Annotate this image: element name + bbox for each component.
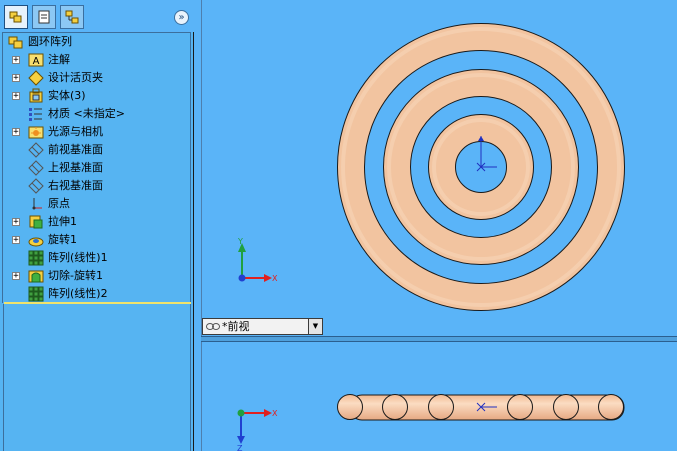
tree-item-label: 拉伸1: [48, 215, 77, 228]
front-view-canvas[interactable]: Y X: [202, 0, 677, 336]
tree-item-front-plane[interactable]: 前视基准面: [3, 141, 189, 159]
expand-toggle[interactable]: +: [12, 218, 20, 227]
design-binder-icon: [28, 70, 44, 86]
manager-tab-bar: »: [0, 0, 194, 32]
cut-revolve-icon: [28, 268, 44, 284]
tree-item-label: 原点: [48, 197, 70, 210]
linear-pattern-icon: [28, 250, 44, 266]
tree-item-revolve1[interactable]: + 旋转1: [3, 231, 189, 249]
origin-icon: [28, 196, 44, 212]
tree-item-linear-pattern2[interactable]: 阵列(线性)2: [3, 285, 189, 303]
plane-icon: [28, 142, 44, 158]
tree-item-label: 上视基准面: [48, 161, 103, 174]
tree-item-label: 切除-旋转1: [48, 269, 103, 282]
triad-y-label: Y: [237, 237, 243, 246]
tree-root-label: 圆环阵列: [28, 35, 72, 48]
feature-manager-icon: [9, 11, 22, 23]
plane-icon: [28, 178, 44, 194]
tree-item-linear-pattern1[interactable]: 阵列(线性)1: [3, 249, 189, 267]
tree-item-label: 注解: [48, 53, 70, 66]
feature-tree-empty-area: [3, 304, 191, 451]
expand-toggle[interactable]: +: [12, 92, 20, 101]
property-manager-tab[interactable]: [32, 5, 56, 29]
linear-pattern-icon: [28, 286, 44, 302]
lights-cameras-icon: [28, 124, 44, 140]
configuration-manager-icon: [65, 10, 79, 24]
property-manager-icon: [38, 10, 50, 24]
top-view-canvas[interactable]: X Z: [202, 342, 677, 451]
revolve-icon: [28, 232, 44, 248]
tree-item-solid-bodies[interactable]: + 实体(3): [3, 87, 189, 105]
tree-item-label: 光源与相机: [48, 125, 103, 138]
feature-manager-panel: » 圆环阵列 + A 注解 + 设计活页夹 + 实体(3) 材质 <未指定> +…: [0, 0, 194, 451]
plane-icon: [28, 160, 44, 176]
collapse-panel-button[interactable]: »: [174, 10, 189, 25]
graphics-viewport-bottom[interactable]: X Z: [201, 342, 677, 451]
triad-x-label: X: [272, 409, 278, 418]
tree-item-material[interactable]: 材质 <未指定>: [3, 105, 189, 123]
expand-toggle[interactable]: +: [12, 236, 20, 245]
svg-text:A: A: [33, 56, 40, 67]
part-icon: [8, 34, 24, 50]
extrude-icon: [28, 214, 44, 230]
annotation-icon: A: [28, 52, 44, 68]
triad-x-label: X: [272, 274, 278, 283]
view-triad-bottom: X Z: [237, 409, 278, 451]
tree-item-lights-cameras[interactable]: + 光源与相机: [3, 123, 189, 141]
tree-item-label: 前视基准面: [48, 143, 103, 156]
material-icon: [28, 106, 44, 122]
tree-item-label: 实体(3): [48, 89, 86, 102]
tree-item-origin[interactable]: 原点: [3, 195, 189, 213]
triad-z-label: Z: [237, 444, 243, 451]
expand-toggle[interactable]: +: [12, 272, 20, 281]
expand-toggle[interactable]: +: [12, 128, 20, 137]
feature-manager-tab[interactable]: [4, 5, 28, 29]
tree-item-cut-revolve1[interactable]: + 切除-旋转1: [3, 267, 189, 285]
tree-item-label: 设计活页夹: [48, 71, 103, 84]
view-triad-top: Y X: [237, 237, 278, 283]
view-name: *前视: [222, 320, 250, 333]
view-selector[interactable]: *前视 ▼: [202, 318, 323, 335]
link-views-icon: [206, 322, 220, 331]
tree-item-label: 阵列(线性)1: [48, 251, 108, 264]
solid-bodies-icon: [28, 88, 44, 104]
view-dropdown-arrow[interactable]: ▼: [308, 319, 322, 334]
graphics-viewport-top[interactable]: Y X: [201, 0, 677, 336]
tree-item-label: 右视基准面: [48, 179, 103, 192]
tree-item-top-plane[interactable]: 上视基准面: [3, 159, 189, 177]
tree-item-annotations[interactable]: + A 注解: [3, 51, 189, 69]
tree-item-extrude1[interactable]: + 拉伸1: [3, 213, 189, 231]
expand-toggle[interactable]: +: [12, 56, 20, 65]
tree-item-label: 阵列(线性)2: [48, 287, 108, 300]
tree-item-label: 旋转1: [48, 233, 77, 246]
configuration-manager-tab[interactable]: [60, 5, 84, 29]
tree-item-design-binder[interactable]: + 设计活页夹: [3, 69, 189, 87]
tree-root-part[interactable]: 圆环阵列: [3, 33, 189, 51]
expand-toggle[interactable]: +: [12, 74, 20, 83]
tree-item-right-plane[interactable]: 右视基准面: [3, 177, 189, 195]
tree-item-label: 材质 <未指定>: [48, 107, 125, 120]
feature-tree: 圆环阵列 + A 注解 + 设计活页夹 + 实体(3) 材质 <未指定> + 光…: [2, 32, 191, 303]
